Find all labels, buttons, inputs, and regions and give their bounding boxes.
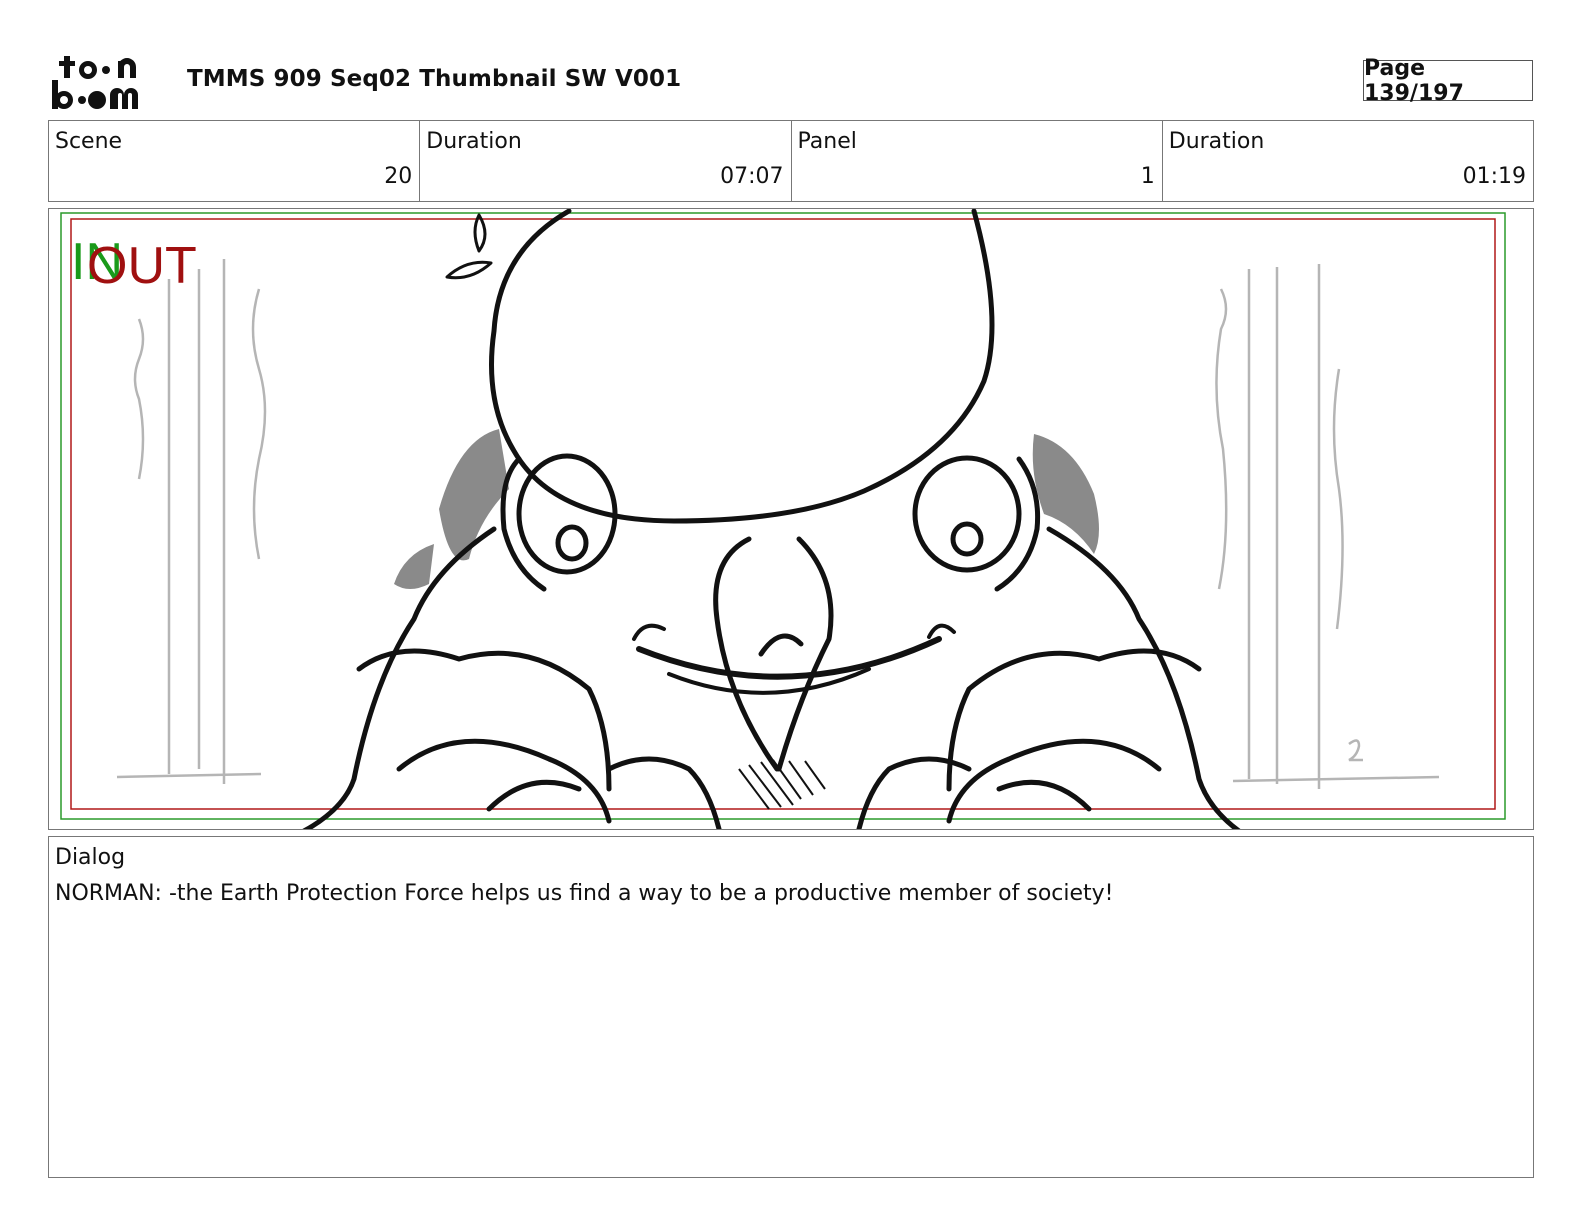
background-sketch-left: [116, 259, 267, 784]
camera-frame-green: [60, 212, 1506, 820]
scene-label: Scene: [55, 129, 123, 154]
scene-cell: Scene 20: [49, 121, 421, 201]
scene-duration-value: 07:07: [720, 164, 784, 189]
scene-value: 20: [384, 164, 413, 189]
page-indicator: Page 139/197: [1363, 56, 1533, 106]
storyboard-panel: IN OUT: [48, 208, 1534, 830]
dialog-text: NORMAN: -the Earth Protection Force help…: [55, 881, 1114, 906]
panel-duration-cell: Duration 01:19: [1163, 121, 1533, 201]
panel-cell: Panel 1: [792, 121, 1163, 201]
document-title: TMMS 909 Seq02 Thumbnail SW V001: [187, 66, 682, 92]
panel-duration-label: Duration: [1168, 129, 1265, 154]
panel-duration-value: 01:19: [1462, 164, 1526, 189]
scene-duration-label: Duration: [426, 129, 522, 154]
background-sketch-right: [1215, 264, 1440, 789]
dialog-section: Dialog NORMAN: -the Earth Protection For…: [48, 836, 1534, 1178]
toon-boom-logo: [52, 56, 138, 109]
scene-duration-cell: Duration 07:07: [420, 121, 792, 201]
dialog-label: Dialog: [55, 845, 126, 870]
scene-info-row: Scene 20 Duration 07:07 Panel 1 Duration…: [48, 120, 1534, 202]
panel-label: Panel: [797, 129, 857, 154]
out-marker: OUT: [87, 237, 197, 295]
panel-drawing: IN OUT: [60, 209, 1506, 829]
panel-value: 1: [1140, 164, 1155, 189]
